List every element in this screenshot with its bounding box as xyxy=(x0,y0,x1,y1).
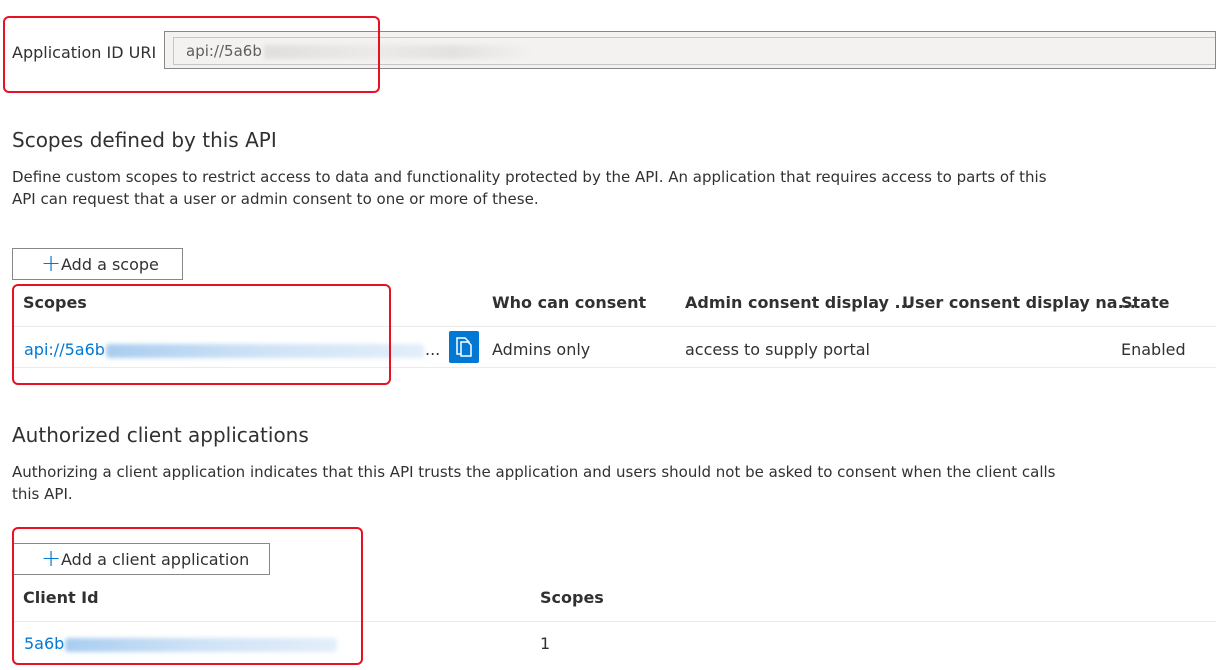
redacted-value xyxy=(263,44,536,59)
column-header-client-id[interactable]: Client Id xyxy=(23,588,99,607)
scope-link[interactable]: api://5a6b xyxy=(24,340,424,359)
who-can-consent-value: Admins only xyxy=(492,340,591,359)
application-id-uri-value: api://5a6b xyxy=(186,42,536,60)
scopes-description-line1: Define custom scopes to restrict access … xyxy=(12,168,1047,186)
client-scopes-count: 1 xyxy=(540,634,551,653)
scope-ellipsis: ... xyxy=(425,340,441,359)
plus-icon: + xyxy=(41,249,62,277)
table-divider xyxy=(12,367,1216,368)
table-divider xyxy=(12,326,1216,327)
application-id-uri-inner: api://5a6b xyxy=(173,37,1215,65)
state-value: Enabled xyxy=(1121,340,1186,359)
clients-section-title: Authorized client applications xyxy=(12,423,309,447)
clients-description-line2: this API. xyxy=(12,485,73,503)
column-header-admin-consent-display[interactable]: Admin consent display ... xyxy=(685,293,913,312)
copy-to-clipboard-button[interactable] xyxy=(449,331,479,363)
column-header-scopes[interactable]: Scopes xyxy=(23,293,87,312)
redacted-client-id xyxy=(65,637,338,652)
application-id-uri-label: Application ID URI xyxy=(12,43,157,62)
column-header-client-scopes[interactable]: Scopes xyxy=(540,588,604,607)
redacted-scope xyxy=(105,343,424,358)
scopes-description-line2: API can request that a user or admin con… xyxy=(12,190,539,208)
scopes-section-title: Scopes defined by this API xyxy=(12,128,277,152)
add-client-application-label: Add a client application xyxy=(61,549,250,569)
column-header-state[interactable]: State xyxy=(1121,293,1169,312)
column-header-user-consent-display[interactable]: User consent display na... xyxy=(902,293,1136,312)
add-scope-button[interactable]: + Add a scope xyxy=(12,248,183,280)
table-divider xyxy=(12,621,1216,622)
column-header-who-can-consent[interactable]: Who can consent xyxy=(492,293,646,312)
admin-consent-display-value: access to supply portal xyxy=(685,340,870,359)
copy-icon xyxy=(456,337,472,357)
scopes-section-description: Define custom scopes to restrict access … xyxy=(12,166,1047,210)
scope-prefix: api://5a6b xyxy=(24,340,105,359)
client-id-link[interactable]: 5a6b xyxy=(24,634,338,653)
plus-icon: + xyxy=(41,544,62,572)
add-client-application-button[interactable]: + Add a client application xyxy=(12,543,270,575)
application-id-uri-field[interactable]: api://5a6b xyxy=(164,31,1216,69)
clients-description-line1: Authorizing a client application indicat… xyxy=(12,463,1056,481)
add-scope-label: Add a scope xyxy=(61,254,159,274)
client-id-prefix: 5a6b xyxy=(24,634,65,653)
application-id-uri-prefix: api://5a6b xyxy=(186,42,262,60)
clients-section-description: Authorizing a client application indicat… xyxy=(12,461,1056,505)
